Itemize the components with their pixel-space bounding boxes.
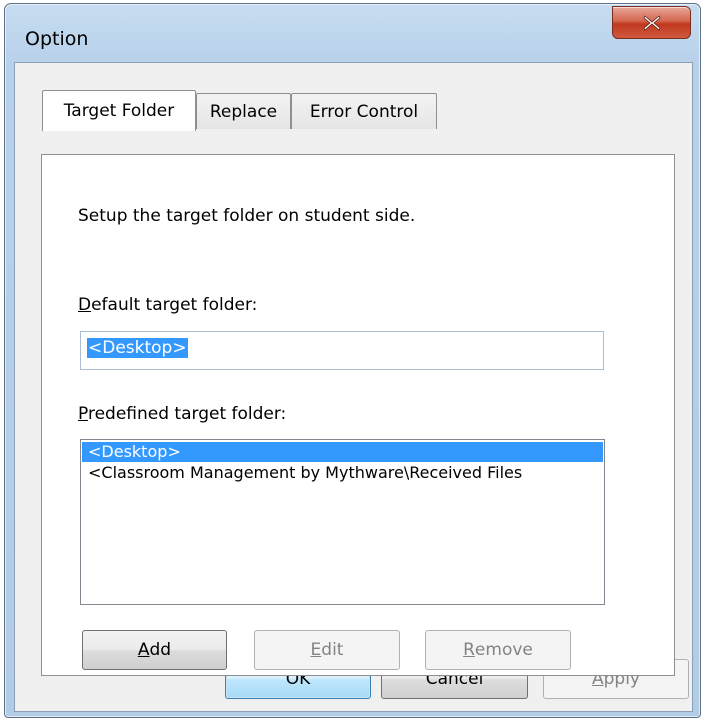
remove-button[interactable]: Remove: [425, 630, 571, 670]
close-icon: [643, 14, 660, 31]
predefined-target-folder-list[interactable]: <Desktop> <Classroom Management by Mythw…: [80, 439, 605, 605]
predefined-target-folder-label: Predefined target folder:: [78, 404, 287, 424]
list-item[interactable]: <Classroom Management by Mythware\Receiv…: [82, 463, 603, 483]
tab-label: Replace: [209, 101, 278, 122]
tab-label: Target Folder: [63, 101, 175, 121]
panel-description: Setup the target folder on student side.: [78, 206, 416, 226]
target-folder-panel: Setup the target folder on student side.…: [41, 154, 675, 676]
tab-target-folder[interactable]: Target Folder: [42, 90, 196, 131]
edit-button[interactable]: Edit: [254, 630, 400, 670]
close-button[interactable]: [612, 6, 691, 39]
option-dialog: Option Target Folder Replace Error Contr…: [4, 3, 701, 718]
default-target-folder-value: <Desktop>: [87, 338, 188, 358]
window-title: Option: [25, 28, 89, 50]
list-item[interactable]: <Desktop>: [82, 442, 603, 462]
tab-error-control[interactable]: Error Control: [291, 93, 437, 129]
add-button[interactable]: Add: [82, 630, 227, 670]
dialog-client-area: Target Folder Replace Error Control Setu…: [14, 62, 693, 712]
tab-replace[interactable]: Replace: [196, 93, 291, 129]
tab-label: Error Control: [309, 101, 419, 122]
default-target-folder-input[interactable]: <Desktop>: [80, 331, 604, 370]
default-target-folder-label: Default target folder:: [78, 295, 258, 315]
